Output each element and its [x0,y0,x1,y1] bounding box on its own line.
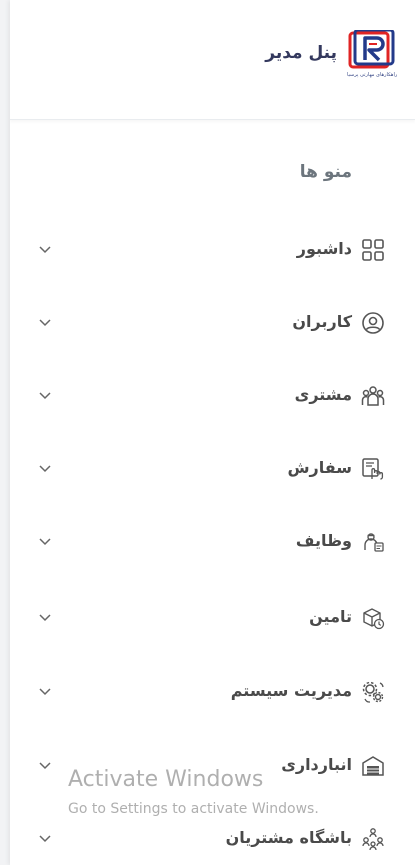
warehouse-icon [362,756,384,776]
menu-item-label: داشبور [296,239,352,258]
logo-caption: راهکارهای مهارتی پرسیا [347,72,398,78]
menu-item-label: سفارش [287,458,352,477]
menu-item-orders[interactable]: سفارش [10,449,415,489]
menu-item-label: مدیریت سیستم [230,681,352,700]
menu-item-label: وظایف [295,531,352,550]
chevron-down-icon [39,319,51,327]
sidebar: راهکارهای مهارتی پرسیا پنل مدیر منو ها د… [10,0,415,865]
customer-club-icon [362,828,384,851]
system-gears-icon [362,681,384,703]
logo-mark-icon [348,28,395,69]
chevron-down-icon [39,392,51,400]
menu-item-supply[interactable]: تامین [10,598,415,638]
chevron-down-icon [39,465,51,473]
menu-item-customers[interactable]: مشتری [10,376,415,416]
menu-item-system-management[interactable]: مدیریت سیستم [10,672,415,712]
brand-title: پنل مدیر [265,43,337,63]
menu-item-label: مشتری [294,385,352,404]
sidebar-header: راهکارهای مهارتی پرسیا پنل مدیر [10,0,415,120]
supply-box-icon [363,608,385,630]
chevron-down-icon [39,538,51,546]
activate-windows-watermark: Activate Windows Go to Settings to activ… [68,766,319,818]
menu-item-label: باشگاه مشتریان [225,828,352,847]
chevron-down-icon [39,835,51,843]
menu-item-customer-club[interactable]: باشگاه مشتریان [10,819,415,859]
menu-item-label: کاربران [292,312,352,331]
order-hand-icon [362,458,384,480]
menu-item-dashboard[interactable]: داشبور [10,230,415,270]
user-circle-icon [362,312,384,334]
menu-heading: منو ها [299,162,352,182]
watermark-subtitle: Go to Settings to activate Windows. [68,801,319,817]
menu-item-users[interactable]: کاربران [10,303,415,343]
tasks-worker-icon [364,533,384,552]
watermark-title: Activate Windows [68,767,264,792]
chevron-down-icon [39,762,51,770]
chevron-down-icon [39,246,51,254]
customers-group-icon [361,386,385,406]
dashboard-grid-icon [362,239,384,261]
chevron-down-icon [39,614,51,622]
menu-item-label: تامین [309,607,352,626]
logo[interactable]: راهکارهای مهارتی پرسیا [347,28,398,82]
chevron-down-icon [39,688,51,696]
menu-item-tasks[interactable]: وظایف [10,522,415,562]
